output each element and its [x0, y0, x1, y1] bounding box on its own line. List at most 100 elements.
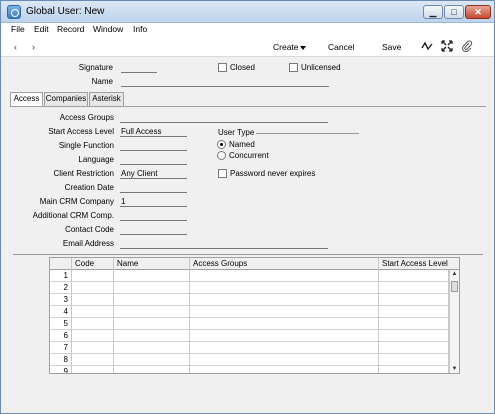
create-button[interactable]: Create: [273, 42, 306, 52]
grid-header-start-access-level[interactable]: Start Access Level: [379, 258, 449, 270]
close-button[interactable]: ✕: [465, 5, 491, 19]
password-never-expires-checkbox[interactable]: [218, 169, 227, 178]
creation-date-field[interactable]: [120, 183, 187, 193]
grid-cell[interactable]: [190, 282, 379, 294]
scroll-up-icon[interactable]: ▲: [450, 270, 459, 279]
grid-cell[interactable]: [190, 306, 379, 318]
grid-cell[interactable]: [379, 270, 449, 282]
menu-info[interactable]: Info: [133, 24, 147, 34]
next-record-button[interactable]: ›: [32, 42, 35, 52]
single-function-field[interactable]: [120, 141, 187, 151]
table-row[interactable]: 8: [50, 354, 449, 366]
tab-access[interactable]: Access: [10, 92, 43, 107]
client-restriction-field[interactable]: Any Client: [120, 169, 187, 179]
grid-header-code[interactable]: Code: [72, 258, 114, 270]
table-row[interactable]: 7: [50, 342, 449, 354]
save-button[interactable]: Save: [382, 42, 401, 52]
grid-cell[interactable]: [379, 366, 449, 373]
row-number: 8: [50, 354, 72, 366]
scroll-thumb[interactable]: [451, 281, 458, 292]
grid-cell[interactable]: [190, 366, 379, 373]
grid-cell[interactable]: [190, 294, 379, 306]
menu-window[interactable]: Window: [93, 24, 123, 34]
name-field[interactable]: [121, 77, 329, 87]
grid-cell[interactable]: [72, 270, 114, 282]
expand-icon[interactable]: [441, 40, 453, 52]
menu-file[interactable]: File: [11, 24, 25, 34]
maximize-button[interactable]: □: [444, 5, 464, 19]
grid-cell[interactable]: [114, 330, 190, 342]
access-grid[interactable]: Code Name Access Groups Start Access Lev…: [49, 257, 460, 374]
grid-cell[interactable]: [190, 330, 379, 342]
grid-header-name[interactable]: Name: [114, 258, 190, 270]
grid-cell[interactable]: [72, 282, 114, 294]
grid-cell[interactable]: [190, 354, 379, 366]
table-row[interactable]: 3: [50, 294, 449, 306]
table-row[interactable]: 4: [50, 306, 449, 318]
menu-bar: File Edit Record Window Info: [1, 23, 494, 37]
grid-cell[interactable]: [190, 342, 379, 354]
grid-cell[interactable]: [379, 330, 449, 342]
section-divider: [13, 254, 483, 255]
attachment-icon[interactable]: [461, 40, 473, 53]
email-address-label: Email Address: [62, 239, 114, 248]
grid-cell[interactable]: [72, 306, 114, 318]
grid-cell[interactable]: [114, 294, 190, 306]
grid-header-rownum: [50, 258, 72, 270]
tab-asterisk[interactable]: Asterisk: [89, 92, 124, 106]
named-radio[interactable]: [217, 140, 226, 149]
contact-code-label: Contact Code: [65, 225, 114, 234]
grid-cell[interactable]: [114, 342, 190, 354]
concurrent-label: Concurrent: [229, 151, 269, 160]
row-number: 1: [50, 270, 72, 282]
main-crm-company-field[interactable]: 1: [120, 197, 187, 207]
menu-record[interactable]: Record: [57, 24, 84, 34]
unlicensed-checkbox[interactable]: [289, 63, 298, 72]
language-field[interactable]: [120, 155, 187, 165]
user-type-divider: [256, 133, 359, 134]
table-row[interactable]: 9: [50, 366, 449, 373]
grid-cell[interactable]: [114, 354, 190, 366]
previous-record-button[interactable]: ‹: [14, 42, 17, 52]
grid-cell[interactable]: [190, 270, 379, 282]
tab-companies[interactable]: Companies: [44, 92, 88, 106]
minimize-button[interactable]: ▁: [423, 5, 443, 19]
grid-cell[interactable]: [72, 330, 114, 342]
access-groups-field[interactable]: [120, 113, 328, 123]
concurrent-radio[interactable]: [217, 151, 226, 160]
table-row[interactable]: 2: [50, 282, 449, 294]
grid-cell[interactable]: [379, 306, 449, 318]
additional-crm-field[interactable]: [120, 211, 187, 221]
grid-cell[interactable]: [72, 294, 114, 306]
grid-cell[interactable]: [72, 342, 114, 354]
table-row[interactable]: 6: [50, 330, 449, 342]
cancel-button[interactable]: Cancel: [328, 42, 354, 52]
contact-code-field[interactable]: [120, 225, 187, 235]
grid-cell[interactable]: [190, 318, 379, 330]
signature-field[interactable]: [121, 63, 157, 73]
grid-cell[interactable]: [379, 342, 449, 354]
pulse-icon[interactable]: [421, 40, 433, 52]
grid-header-access-groups[interactable]: Access Groups: [190, 258, 379, 270]
email-address-field[interactable]: [120, 239, 328, 249]
table-row[interactable]: 1: [50, 270, 449, 282]
start-access-level-field[interactable]: Full Access: [120, 127, 187, 137]
grid-cell[interactable]: [379, 294, 449, 306]
grid-cell[interactable]: [72, 318, 114, 330]
closed-checkbox[interactable]: [218, 63, 227, 72]
grid-cell[interactable]: [114, 318, 190, 330]
menu-edit[interactable]: Edit: [34, 24, 49, 34]
grid-cell[interactable]: [114, 366, 190, 373]
grid-cell[interactable]: [114, 282, 190, 294]
grid-scrollbar[interactable]: ▲ ▼: [449, 270, 459, 373]
window-title: Global User: New: [26, 6, 105, 17]
scroll-down-icon[interactable]: ▼: [450, 365, 459, 373]
grid-cell[interactable]: [379, 354, 449, 366]
grid-cell[interactable]: [114, 306, 190, 318]
grid-cell[interactable]: [379, 318, 449, 330]
grid-cell[interactable]: [379, 282, 449, 294]
grid-cell[interactable]: [72, 354, 114, 366]
table-row[interactable]: 5: [50, 318, 449, 330]
grid-cell[interactable]: [114, 270, 190, 282]
grid-cell[interactable]: [72, 366, 114, 373]
